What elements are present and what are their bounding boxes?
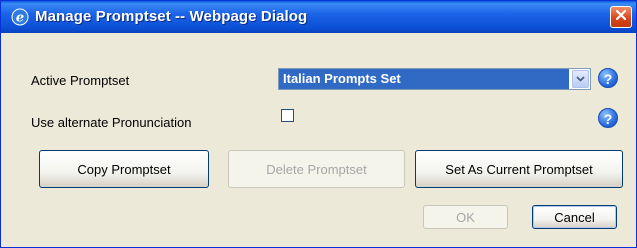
copy-promptset-button[interactable]: Copy Promptset [39,150,209,188]
title-bar[interactable]: e Manage Promptset -- Webpage Dialog [1,1,636,33]
active-promptset-value: Italian Prompts Set [279,69,569,89]
help-icon[interactable]: ? [598,68,618,88]
cancel-button[interactable]: Cancel [532,205,617,229]
dialog-window: e Manage Promptset -- Webpage Dialog Act… [0,0,637,248]
chevron-down-icon[interactable] [572,70,589,88]
delete-promptset-button[interactable]: Delete Promptset [228,150,405,188]
alt-pronunciation-label: Use alternate Pronunciation [31,115,192,130]
window-title: Manage Promptset -- Webpage Dialog [35,8,308,25]
svg-text:e: e [16,11,24,26]
help-icon[interactable]: ? [598,108,618,128]
active-promptset-select[interactable]: Italian Prompts Set [278,68,591,90]
set-current-promptset-button[interactable]: Set As Current Promptset [415,150,623,188]
active-promptset-label: Active Promptset [31,73,130,88]
close-icon [615,8,627,26]
alt-pronunciation-checkbox[interactable] [281,109,294,122]
close-button[interactable] [610,6,632,28]
ok-button[interactable]: OK [423,205,508,229]
ie-icon: e [11,8,29,26]
dialog-body: Active Promptset Italian Prompts Set ? U… [5,33,632,243]
